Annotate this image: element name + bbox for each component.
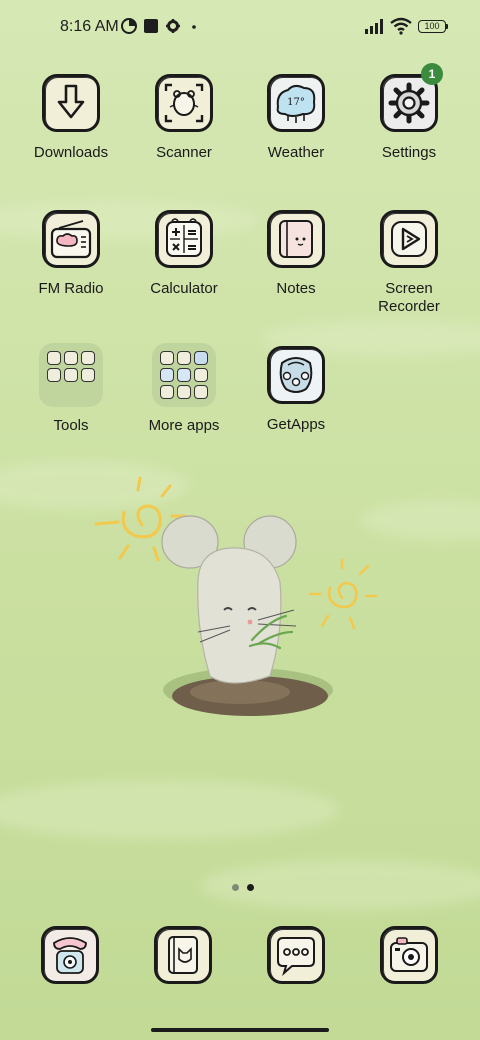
folder-icon	[39, 343, 103, 407]
dot-icon	[192, 25, 196, 29]
weather-temperature: 17°	[287, 97, 305, 108]
mini-app-icon	[177, 385, 191, 399]
phone-icon[interactable]	[41, 926, 99, 984]
mini-app-icon	[81, 368, 95, 382]
notification-badge: 1	[421, 63, 443, 85]
app-label: Tools	[53, 417, 89, 434]
mini-app-icon	[160, 351, 174, 365]
page-dot-1[interactable]	[232, 884, 239, 891]
wifi-icon	[390, 17, 412, 35]
mini-app-icon	[194, 368, 208, 382]
app-screen-recorder[interactable]: Screen Recorder	[354, 210, 464, 316]
folder-icon	[152, 343, 216, 407]
calculator-icon	[155, 210, 213, 268]
app-getapps[interactable]: GetApps	[241, 346, 351, 434]
getapps-icon	[267, 346, 325, 404]
mini-app-icon	[160, 368, 174, 382]
app-weather[interactable]: 17° Weather	[241, 74, 351, 162]
app-label: More apps	[148, 417, 220, 434]
radio-icon	[42, 210, 100, 268]
app-label: Notes	[276, 280, 316, 297]
mini-app-icon	[194, 385, 208, 399]
page-indicator[interactable]	[228, 878, 258, 896]
app-label: Weather	[267, 144, 325, 161]
app-downloads[interactable]: Downloads	[16, 74, 126, 162]
app-square-icon	[144, 19, 158, 33]
background-streak	[0, 780, 340, 840]
battery-icon: 100	[418, 20, 446, 33]
notes-icon	[267, 210, 325, 268]
mini-app-icon	[64, 351, 78, 365]
mini-app-icon	[47, 368, 61, 382]
messages-icon[interactable]	[267, 926, 325, 984]
app-label: FM Radio	[38, 280, 104, 297]
weather-icon: 17°	[267, 74, 325, 132]
app-settings[interactable]: 1 Settings	[354, 63, 464, 162]
signal-icon	[365, 19, 383, 34]
app-label: Downloads	[33, 144, 109, 161]
gear-icon: 1	[380, 63, 443, 132]
mini-app-icon	[81, 351, 95, 365]
app-fm-radio[interactable]: FM Radio	[16, 210, 126, 298]
app-scanner[interactable]: Scanner	[129, 74, 239, 162]
status-time: 8:16 AM	[60, 18, 119, 35]
mini-app-icon	[64, 368, 78, 382]
sun-illustration	[308, 558, 378, 630]
home-gesture-bar[interactable]	[151, 1028, 329, 1032]
app-label: Calculator	[150, 280, 218, 297]
data-saver-icon	[121, 18, 137, 34]
battery-level: 100	[424, 21, 440, 31]
camera-icon[interactable]	[380, 926, 438, 984]
mini-app-icon	[177, 368, 191, 382]
contacts-icon[interactable]	[154, 926, 212, 984]
folder-more-apps[interactable]: More apps	[129, 343, 239, 435]
mini-app-icon	[47, 351, 61, 365]
status-bar: 8:16 AM 100	[0, 0, 480, 56]
wallpaper-mouse-illustration	[94, 476, 378, 716]
app-label: Screen Recorder	[378, 280, 440, 315]
app-label: GetApps	[266, 416, 326, 433]
gear-icon	[166, 19, 180, 33]
scanner-icon	[155, 74, 213, 132]
battery-tip	[446, 24, 448, 29]
dock	[0, 926, 480, 988]
mini-app-icon	[160, 385, 174, 399]
mini-app-icon	[194, 351, 208, 365]
page-dot-2-active[interactable]	[247, 884, 254, 891]
screen-recorder-icon	[380, 210, 438, 268]
app-notes[interactable]: Notes	[241, 210, 351, 298]
app-calculator[interactable]: Calculator	[129, 210, 239, 298]
download-icon	[42, 74, 100, 132]
app-label: Settings	[381, 144, 437, 161]
folder-tools[interactable]: Tools	[16, 343, 126, 435]
app-label: Scanner	[156, 144, 212, 161]
mini-app-icon	[177, 351, 191, 365]
